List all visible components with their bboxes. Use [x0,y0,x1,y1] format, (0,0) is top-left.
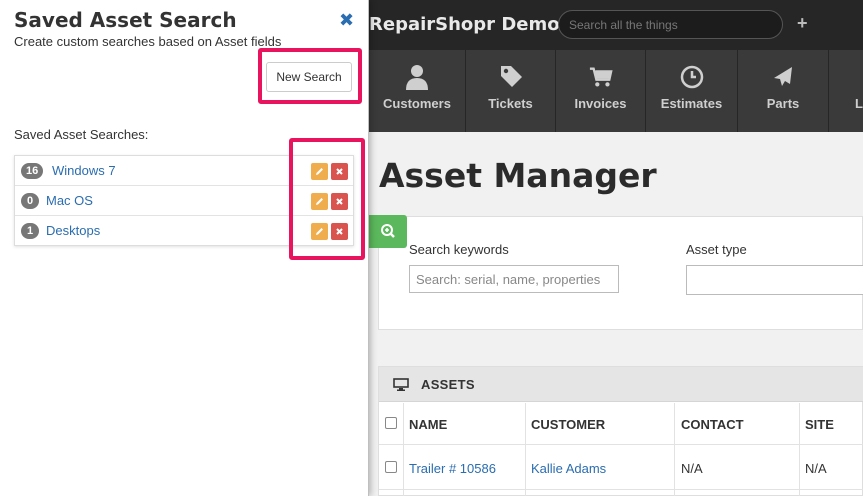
assets-panel: ASSETS NAME CUSTOMER CONTACT SITE Traile… [378,366,863,496]
contact-cell: N/A [681,461,703,476]
top-bar: RepairShopr Demo + [369,0,863,50]
column-header-contact[interactable]: CONTACT [681,417,744,432]
column-divider [403,403,404,496]
saved-searches-label: Saved Asset Searches: [14,127,149,142]
plus-icon[interactable]: + [797,13,808,34]
count-badge: 0 [21,193,39,209]
brand-logo[interactable]: RepairShopr Demo [369,14,560,35]
user-icon [406,65,428,90]
nav-label: Invoices [574,96,627,111]
nav-label: Tickets [488,96,533,111]
nav-label: L [855,96,863,111]
saved-search-panel: Saved Asset Search ✖ Create custom searc… [0,0,369,496]
app-window: RepairShopr Demo + Customers Tickets Inv… [369,0,863,496]
clock-icon [680,65,703,89]
column-header-customer[interactable]: CUSTOMER [531,417,605,432]
count-badge: 16 [21,163,44,179]
site-cell: N/A [805,461,827,476]
global-search-input[interactable] [558,10,783,39]
column-divider [525,403,526,496]
column-divider [674,403,675,496]
panel-title: Saved Asset Search [14,8,237,32]
nav-item-tickets[interactable]: Tickets [466,50,556,132]
assets-title: ASSETS [421,377,475,392]
main-content: Asset Manager Search keywords Asset type… [369,132,863,496]
customer-link[interactable]: Kallie Adams [531,461,606,476]
column-header-site[interactable]: SITE [805,417,834,432]
new-search-button[interactable]: New Search [266,62,352,92]
plane-icon [774,67,792,86]
nav-item-customers[interactable]: Customers [369,50,466,132]
nav-item-estimates[interactable]: Estimates [646,50,738,132]
nav-label: Estimates [660,96,723,111]
highlight-row-actions [289,138,365,260]
nav-item-parts[interactable]: Parts [738,50,829,132]
asset-type-select[interactable] [686,265,863,295]
row-checkbox[interactable] [385,461,397,473]
row-divider [379,489,863,490]
filter-panel: Search keywords Asset type [378,216,863,330]
nav-item-invoices[interactable]: Invoices [556,50,646,132]
monitor-icon [393,378,409,391]
filter-toggle-button[interactable] [369,215,407,248]
nav-label: Customers [383,96,451,111]
search-keywords-label: Search keywords [409,242,509,257]
page-title: Asset Manager [379,156,657,195]
zoom-in-icon [381,224,395,238]
nav-item-partial[interactable]: L [829,50,863,132]
tag-icon [500,66,522,87]
close-icon[interactable]: ✖ [339,10,354,31]
nav-label: Parts [766,96,800,111]
saved-search-link[interactable]: Mac OS [46,193,93,208]
unknown-icon [860,64,863,90]
count-badge: 1 [21,223,39,239]
asset-name-link[interactable]: Trailer # 10586 [409,461,496,476]
column-divider [799,403,800,496]
search-keywords-input[interactable] [409,265,619,293]
panel-subtitle: Create custom searches based on Asset fi… [14,34,282,49]
assets-header: ASSETS [379,367,863,402]
saved-search-link[interactable]: Windows 7 [52,163,116,178]
row-divider [379,444,863,445]
cart-icon [589,67,613,87]
saved-search-link[interactable]: Desktops [46,223,100,238]
column-header-name[interactable]: NAME [409,417,447,432]
asset-type-label: Asset type [686,242,747,257]
select-all-checkbox[interactable] [385,417,397,429]
main-nav: Customers Tickets Invoices Estimates Par… [369,50,863,132]
